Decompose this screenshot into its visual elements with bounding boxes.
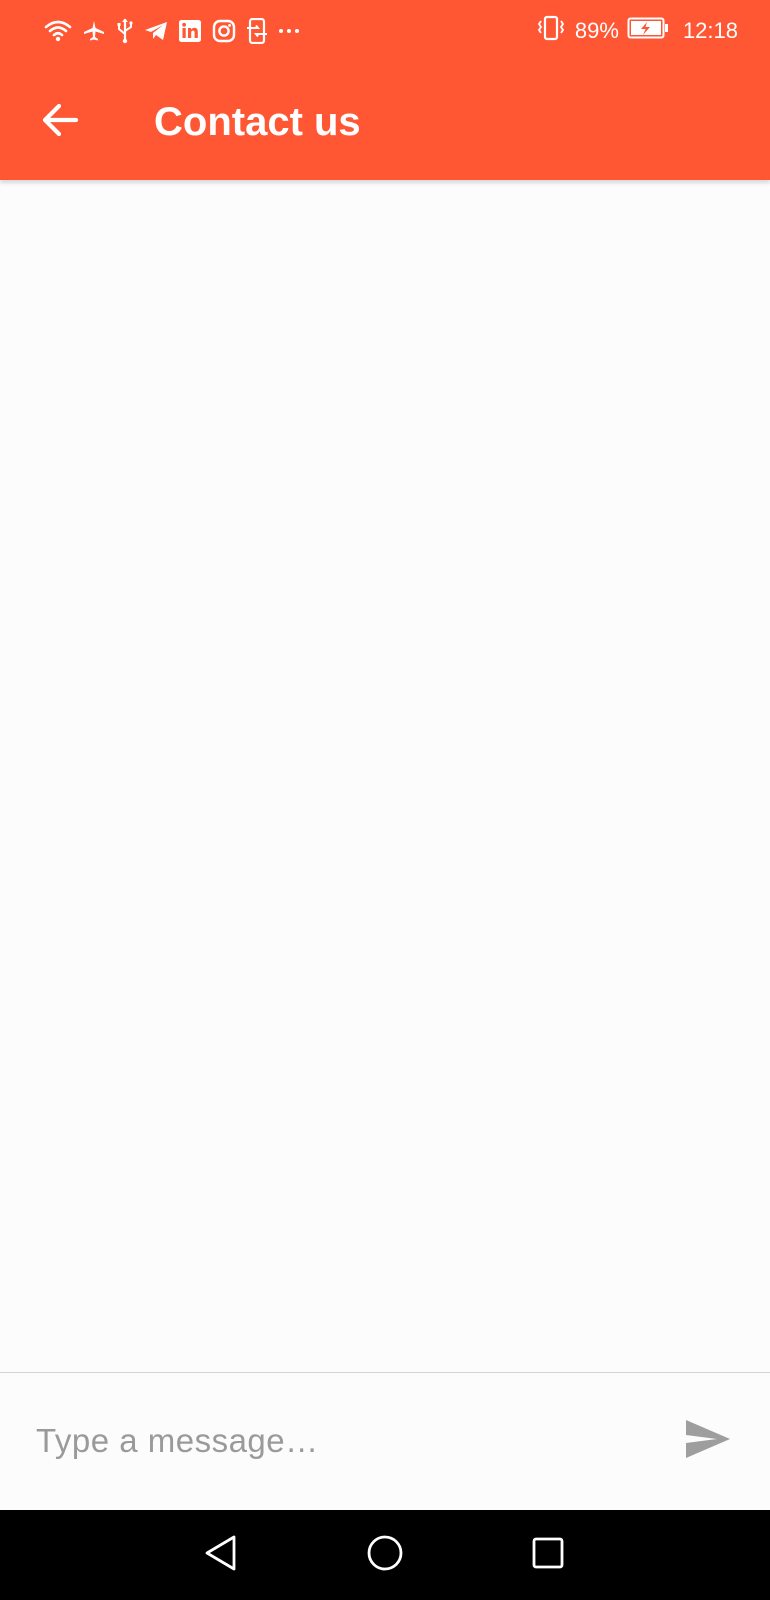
recents-square-icon	[530, 1535, 566, 1575]
message-input[interactable]	[22, 1401, 642, 1481]
clock-time: 12:18	[682, 18, 738, 43]
wifi-icon	[44, 19, 72, 43]
battery-percent: 89%	[574, 18, 619, 43]
app-bar: Contact us	[0, 62, 770, 180]
vibrate-icon	[537, 15, 565, 47]
nav-back-button[interactable]	[188, 1522, 254, 1588]
home-circle-icon	[366, 1534, 404, 1576]
battery-charging-icon	[627, 17, 669, 45]
nav-recents-button[interactable]	[515, 1522, 581, 1588]
message-list[interactable]	[0, 180, 770, 1372]
more-dots-icon	[278, 27, 300, 35]
contact-us-screen: 89% 12:18 Contact us	[0, 0, 770, 1600]
page-title: Contact us	[154, 100, 361, 144]
status-bar: 89% 12:18	[0, 0, 770, 62]
airplane-icon	[82, 19, 106, 43]
back-button[interactable]	[26, 88, 94, 156]
nav-home-button[interactable]	[352, 1522, 418, 1588]
telegram-icon	[144, 20, 168, 42]
message-composer	[0, 1372, 770, 1510]
linkedin-icon	[178, 19, 202, 43]
arrow-left-icon	[40, 102, 80, 142]
status-system-info: 89% 12:18	[537, 15, 738, 47]
instagram-icon	[212, 19, 236, 43]
send-button[interactable]	[674, 1407, 742, 1475]
send-icon	[684, 1418, 732, 1464]
phone-sync-icon	[246, 18, 268, 44]
usb-icon	[116, 18, 134, 44]
system-navigation-bar	[0, 1510, 770, 1600]
status-notification-icons	[44, 16, 300, 46]
back-triangle-icon	[203, 1534, 239, 1576]
